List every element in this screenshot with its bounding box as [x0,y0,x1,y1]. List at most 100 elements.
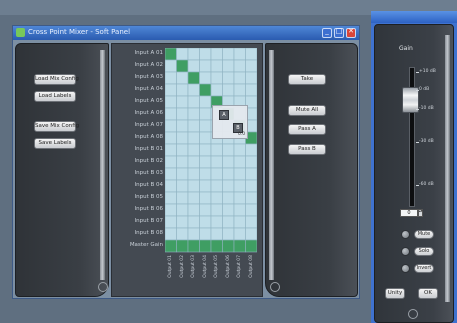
crosspoint-cell[interactable] [245,227,258,241]
crosspoint-cell[interactable] [233,227,246,241]
crosspoint-cell[interactable] [210,191,223,205]
crosspoint-cell[interactable] [222,71,235,85]
crosspoint-cell[interactable] [233,179,246,193]
crosspoint-cell[interactable] [165,95,177,109]
title-bar[interactable]: Cross Point Mixer - Soft Panel _ □ ✕ [13,26,359,40]
crosspoint-cell[interactable] [187,155,200,169]
crosspoint-cell[interactable] [199,203,212,217]
crosspoint-cell[interactable] [165,227,177,241]
crosspoint-cell[interactable] [245,215,258,229]
crosspoint-cell[interactable] [199,167,212,181]
crosspoint-cell[interactable] [187,179,200,193]
crosspoint-cell[interactable] [210,71,223,85]
crosspoint-cell[interactable] [165,119,177,133]
crosspoint-cell[interactable] [165,131,177,145]
crosspoint-cell[interactable] [165,107,177,121]
crosspoint-cell[interactable] [222,83,235,97]
crosspoint-cell[interactable] [187,48,200,61]
crosspoint-cell[interactable] [222,179,235,193]
crosspoint-cell[interactable] [176,227,189,241]
crosspoint-cell[interactable] [199,83,212,97]
crosspoint-cell[interactable] [199,227,212,241]
crosspoint-cell[interactable] [165,203,177,217]
crosspoint-cell[interactable] [233,83,246,97]
crosspoint-cell[interactable] [165,59,177,73]
crosspoint-cell[interactable] [233,71,246,85]
crosspoint-cell[interactable] [210,203,223,217]
crosspoint-cell[interactable] [165,155,177,169]
crosspoint-cell[interactable] [176,143,189,157]
crosspoint-cell[interactable] [176,71,189,85]
crosspoint-cell[interactable] [199,48,212,61]
master-gain-cell[interactable] [165,239,177,253]
save-labels-button[interactable]: Save Labels [34,138,76,149]
gain-value-field[interactable]: 0 [400,209,418,217]
master-gain-cell[interactable] [187,239,200,253]
crosspoint-cell[interactable] [210,179,223,193]
crosspoint-cell[interactable] [165,215,177,229]
crosspoint-cell[interactable] [210,155,223,169]
crosspoint-cell[interactable] [176,191,189,205]
pass-b-button[interactable]: Pass B [288,144,326,155]
crosspoint-cell[interactable] [245,59,258,73]
matrix-grid[interactable] [165,48,257,264]
crosspoint-cell[interactable] [222,227,235,241]
crosspoint-cell[interactable] [199,95,212,109]
crosspoint-cell[interactable] [245,48,258,61]
crosspoint-cell[interactable] [245,83,258,97]
crosspoint-cell[interactable] [187,215,200,229]
crosspoint-cell[interactable] [165,83,177,97]
crosspoint-cell[interactable] [187,143,200,157]
crosspoint-cell[interactable] [165,48,177,61]
crosspoint-cell[interactable] [199,107,212,121]
crosspoint-cell[interactable] [245,179,258,193]
crosspoint-cell[interactable] [187,95,200,109]
crosspoint-cell[interactable] [187,191,200,205]
crosspoint-cell[interactable] [210,167,223,181]
close-button[interactable]: ✕ [346,27,356,38]
crosspoint-cell[interactable] [176,179,189,193]
load-mix-config-button[interactable]: Load Mix Config [34,74,79,85]
crosspoint-cell[interactable] [210,59,223,73]
crosspoint-cell[interactable] [233,143,246,157]
crosspoint-cell[interactable] [210,227,223,241]
master-gain-cell[interactable] [245,239,258,253]
crosspoint-cell[interactable] [199,131,212,145]
crosspoint-cell[interactable] [176,167,189,181]
mute-toggle[interactable]: Mute [414,230,434,239]
crosspoint-cell[interactable] [176,83,189,97]
master-gain-cell[interactable] [233,239,246,253]
crosspoint-cell[interactable] [165,71,177,85]
take-button[interactable]: Take [288,74,326,85]
crosspoint-cell[interactable] [176,95,189,109]
crosspoint-cell[interactable] [245,203,258,217]
crosspoint-cell[interactable] [222,48,235,61]
crosspoint-cell[interactable] [245,143,258,157]
crosspoint-cell[interactable] [176,119,189,133]
minimize-button[interactable]: _ [322,27,332,38]
crosspoint-cell[interactable] [233,155,246,169]
crosspoint-cell[interactable] [210,83,223,97]
crosspoint-cell[interactable] [222,155,235,169]
crosspoint-cell[interactable] [187,119,200,133]
crosspoint-cell[interactable] [222,203,235,217]
unity-button[interactable]: Unity [385,288,405,299]
crosspoint-cell[interactable] [233,203,246,217]
pass-a-button[interactable]: Pass A [288,124,326,135]
save-mix-config-button[interactable]: Save Mix Config [34,121,79,132]
load-labels-button[interactable]: Load Labels [34,91,76,102]
crosspoint-cell[interactable] [165,167,177,181]
crosspoint-cell[interactable] [187,59,200,73]
crosspoint-cell[interactable] [222,167,235,181]
crosspoint-cell[interactable] [245,167,258,181]
crosspoint-cell[interactable] [199,215,212,229]
crosspoint-cell[interactable] [210,143,223,157]
crosspoint-cell[interactable] [165,143,177,157]
crosspoint-cell[interactable] [187,227,200,241]
crosspoint-cell[interactable] [187,83,200,97]
crosspoint-cell[interactable] [176,48,189,61]
crosspoint-popup[interactable]: A B 0.0 [212,105,248,139]
crosspoint-cell[interactable] [199,71,212,85]
crosspoint-cell[interactable] [199,191,212,205]
crosspoint-cell[interactable] [187,71,200,85]
